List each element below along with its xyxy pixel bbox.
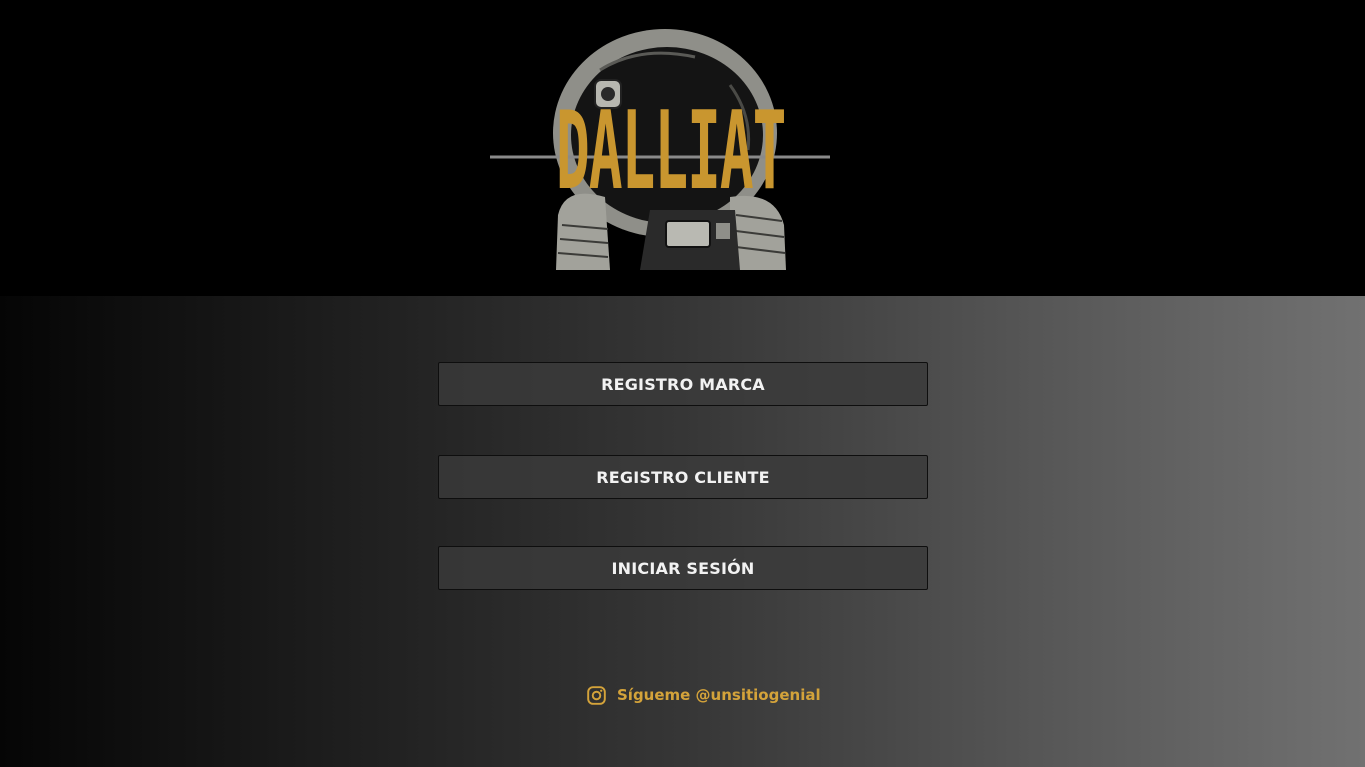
instagram-link[interactable]: Sígueme @unsitiogenial xyxy=(586,684,821,706)
brand-logo: DALLIAT xyxy=(490,25,835,270)
registro-marca-button[interactable]: REGISTRO MARCA xyxy=(438,362,928,406)
brand-wordmark: DALLIAT xyxy=(556,89,786,214)
main-panel: REGISTRO MARCA REGISTRO CLIENTE INICIAR … xyxy=(0,296,1365,767)
registro-cliente-button[interactable]: REGISTRO CLIENTE xyxy=(438,455,928,499)
iniciar-sesion-button[interactable]: INICIAR SESIÓN xyxy=(438,546,928,590)
instagram-link-text: Sígueme @unsitiogenial xyxy=(617,686,821,704)
instagram-icon xyxy=(586,685,607,706)
header: DALLIAT xyxy=(0,0,1365,296)
